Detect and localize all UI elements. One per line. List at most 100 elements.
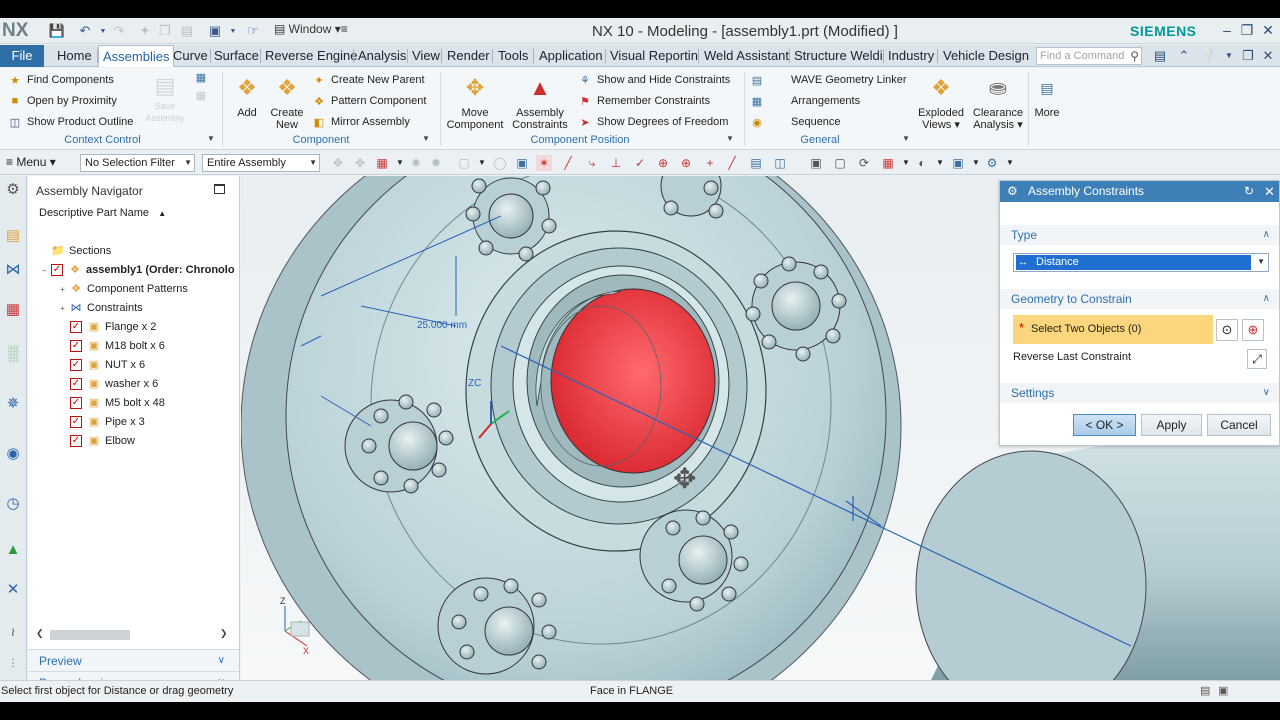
tree-node-washer[interactable]: ✓ ▣ washer x 6: [70, 375, 158, 393]
selection-scope-select[interactable]: Entire Assembly ▼: [202, 154, 320, 172]
dropdown-icon[interactable]: ▼: [474, 155, 490, 171]
rectangle-select-icon[interactable]: ▢: [456, 155, 472, 171]
tree-node-assembly1[interactable]: – ✓ ❖ assembly1 (Order: Chronolo: [40, 261, 235, 279]
help-icon[interactable]: ❔: [1200, 48, 1216, 64]
group-dropdown-icon[interactable]: ▼: [726, 134, 734, 143]
point-dialog-icon[interactable]: ⊙: [1216, 319, 1238, 341]
show-hide-constraints-button[interactable]: ⚘ Show and Hide Constraints: [578, 71, 730, 89]
tree-node-m5-bolt[interactable]: ✓ ▣ M5 bolt x 48: [70, 394, 165, 412]
paste-icon[interactable]: ▤: [178, 22, 196, 40]
resource-more-icon[interactable]: ⋮: [3, 654, 23, 674]
repeat-command-icon[interactable]: ▣: [206, 22, 224, 40]
tab-file[interactable]: File: [0, 45, 44, 67]
settings-section-header[interactable]: Settings ∨: [1000, 383, 1279, 403]
visibility-checkbox[interactable]: ✓: [70, 416, 82, 428]
snap-control-icon[interactable]: ⊥: [608, 155, 624, 171]
dialog-settings-icon[interactable]: ⚙: [1007, 181, 1018, 202]
visibility-checkbox[interactable]: ✓: [51, 264, 63, 276]
visibility-checkbox[interactable]: ✓: [70, 435, 82, 447]
maximize-icon[interactable]: [214, 184, 225, 194]
tree-node-flange[interactable]: ✓ ▣ Flange x 2: [70, 318, 156, 336]
solid-icon[interactable]: ▣: [514, 155, 530, 171]
tree-node-elbow[interactable]: ✓ ▣ Elbow: [70, 432, 135, 450]
repeat-dropdown-icon[interactable]: ▼: [224, 22, 242, 40]
window-menu[interactable]: ▤ Window ▾≡: [274, 22, 348, 36]
tab-home[interactable]: Home: [53, 45, 96, 67]
create-new-parent-button[interactable]: ✦ Create New Parent: [312, 71, 424, 89]
assembly-constraints-button[interactable]: ▲ Assembly Constraints: [508, 72, 572, 132]
collapse-toggle-icon[interactable]: –: [40, 266, 49, 275]
cancel-button[interactable]: Cancel: [1207, 414, 1271, 436]
bolt-cluster[interactable]: [660, 176, 724, 219]
dropdown-icon[interactable]: ▼: [898, 155, 914, 171]
select-crosshair-icon[interactable]: ⊕: [1242, 319, 1264, 341]
tab-curve[interactable]: Curve: [169, 45, 212, 67]
dialog-title-bar[interactable]: ⚙ Assembly Constraints ↻ ✕: [1000, 181, 1279, 202]
web-browser-icon[interactable]: ◉: [3, 444, 23, 464]
constraint-type-select[interactable]: ↔ Distance ▼: [1013, 253, 1269, 272]
visibility-checkbox[interactable]: ✓: [70, 397, 82, 409]
tree-node-m18-bolt[interactable]: ✓ ▣ M18 bolt x 6: [70, 337, 165, 355]
doc-close-icon[interactable]: ✕: [1260, 48, 1276, 64]
dropdown-icon[interactable]: ▼: [968, 155, 984, 171]
hd3d-tools-icon[interactable]: ✵: [3, 394, 23, 414]
tab-render[interactable]: Render: [443, 45, 494, 67]
preview-panel-header[interactable]: Preview ∨: [28, 649, 239, 671]
snap-point-icon[interactable]: +: [702, 155, 718, 171]
ok-button[interactable]: < OK >: [1073, 414, 1136, 436]
snap-quadrant-icon[interactable]: ⊕: [678, 155, 694, 171]
visibility-checkbox[interactable]: ✓: [70, 340, 82, 352]
work-layer-icon[interactable]: ⚙: [984, 155, 1000, 171]
constraint-navigator-icon[interactable]: ⋈: [3, 260, 23, 280]
snap-end-icon[interactable]: ╱: [560, 155, 576, 171]
group-dropdown-icon[interactable]: ▼: [207, 134, 215, 143]
render-style-icon[interactable]: ◐: [914, 155, 930, 171]
show-product-outline-button[interactable]: ◫ Show Product Outline: [8, 113, 134, 131]
open-by-proximity-button[interactable]: ■ Open by Proximity: [8, 92, 117, 110]
help-dropdown-icon[interactable]: ▼: [1221, 48, 1237, 64]
history-icon[interactable]: ◷: [3, 494, 23, 514]
dialog-close-icon[interactable]: ✕: [1264, 181, 1275, 202]
scroll-right-icon[interactable]: ❯: [220, 628, 228, 639]
exploded-views-button[interactable]: ❖ Exploded Views ▾: [914, 72, 968, 132]
shaded-icon[interactable]: ◯: [492, 155, 508, 171]
pattern-component-button[interactable]: ❖ Pattern Component: [312, 92, 426, 110]
tab-reverse-engineering[interactable]: Reverse Engine: [261, 45, 362, 67]
tab-structure-welding[interactable]: Structure Weldi: [790, 45, 887, 67]
orient-view-icon[interactable]: ▦: [880, 155, 896, 171]
wave-geometry-linker-button[interactable]: ▤ WAVE Geometry Linker: [750, 71, 907, 89]
remember-constraints-button[interactable]: ⚑ Remember Constraints: [578, 92, 710, 110]
close-icon[interactable]: ✕: [1259, 21, 1277, 39]
tab-weld-assistant[interactable]: Weld Assistant: [700, 45, 793, 67]
horizontal-scrollbar[interactable]: ❮ ❯: [36, 628, 228, 642]
tab-assemblies[interactable]: Assemblies: [98, 45, 175, 67]
apply-button[interactable]: Apply: [1141, 414, 1202, 436]
tab-view[interactable]: View: [408, 45, 444, 67]
visibility-checkbox[interactable]: ✓: [70, 359, 82, 371]
group-dropdown-icon[interactable]: ▼: [902, 134, 910, 143]
mirror-assembly-button[interactable]: ◧ Mirror Assembly: [312, 113, 410, 131]
system-materials-icon[interactable]: ▲: [3, 540, 23, 560]
snap-icon[interactable]: ✹: [408, 155, 424, 171]
show-degrees-of-freedom-button[interactable]: ➤ Show Degrees of Freedom: [578, 113, 728, 131]
type-filter-select[interactable]: No Selection Filter ▼: [80, 154, 195, 172]
assembly-select-icon[interactable]: ✶: [536, 155, 552, 171]
doc-restore-icon[interactable]: ❐: [1240, 48, 1256, 64]
filter-icon[interactable]: ✥: [330, 155, 346, 171]
select-two-objects-step[interactable]: * Select Two Objects (0): [1013, 315, 1213, 344]
arrangements-button[interactable]: ▦ Arrangements: [750, 92, 860, 110]
window-style-icon[interactable]: ▤: [1152, 48, 1168, 64]
tab-tools[interactable]: Tools: [494, 45, 532, 67]
fit-view-icon[interactable]: ▣: [808, 155, 824, 171]
scroll-left-icon[interactable]: ❮: [36, 628, 44, 639]
tab-visual-reporting[interactable]: Visual Reportin: [606, 45, 702, 67]
find-command-input[interactable]: Find a Command ⚲: [1036, 47, 1142, 65]
roles-icon[interactable]: ≀: [3, 622, 23, 642]
menu-button[interactable]: ≡ Menu ▾: [6, 155, 56, 169]
part-navigator-icon[interactable]: ▦: [3, 300, 23, 320]
scrollbar-thumb[interactable]: [50, 630, 130, 640]
tree-node-pipe[interactable]: ✓ ▣ Pipe x 3: [70, 413, 145, 431]
tab-analysis[interactable]: Analysis: [354, 45, 410, 67]
move-component-button[interactable]: ✥ Move Component: [444, 72, 506, 132]
dropdown-icon[interactable]: ▼: [392, 155, 408, 171]
